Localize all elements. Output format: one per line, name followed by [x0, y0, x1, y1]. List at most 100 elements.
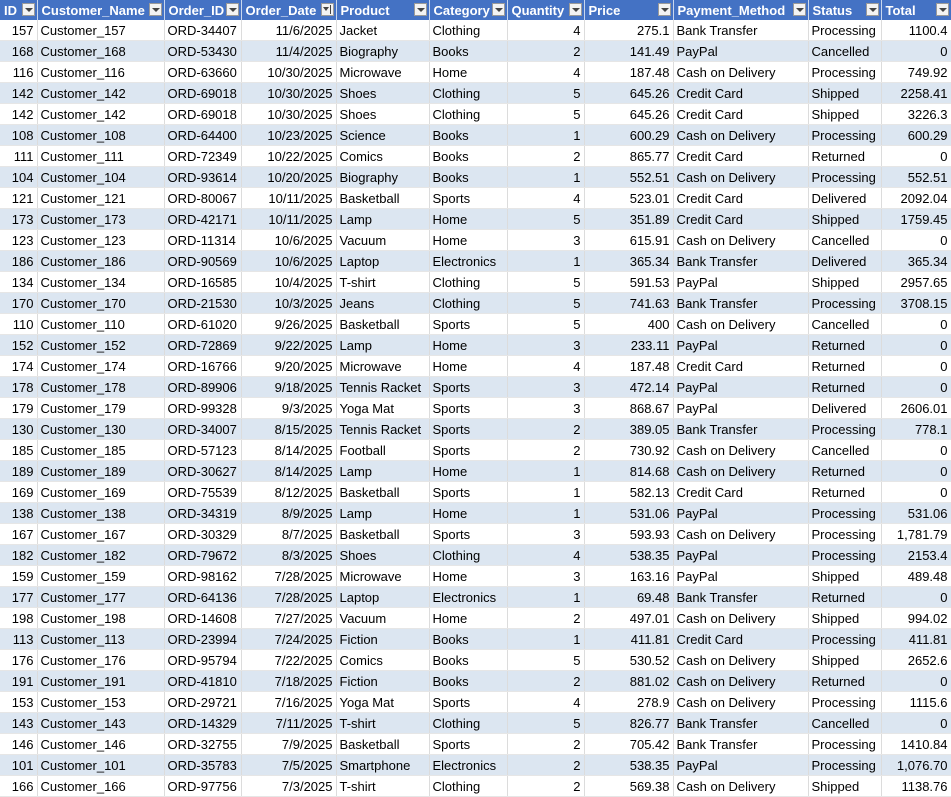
- cell-payment-method[interactable]: Cash on Delivery: [673, 670, 809, 692]
- cell-status[interactable]: Returned: [808, 481, 882, 503]
- cell-product[interactable]: Yoga Mat: [336, 397, 430, 419]
- cell-id[interactable]: 143: [0, 712, 38, 734]
- cell-order-id[interactable]: ORD-69018: [164, 82, 242, 104]
- cell-id[interactable]: 186: [0, 250, 38, 272]
- cell-status[interactable]: Returned: [808, 460, 882, 482]
- cell-order-date[interactable]: 11/6/2025: [241, 20, 337, 41]
- cell-customer-name[interactable]: Customer_142: [37, 103, 165, 125]
- cell-id[interactable]: 191: [0, 670, 38, 692]
- cell-order-date[interactable]: 7/18/2025: [241, 670, 337, 692]
- column-header-category[interactable]: Category: [429, 0, 508, 20]
- cell-category[interactable]: Sports: [429, 691, 508, 713]
- cell-category[interactable]: Clothing: [429, 82, 508, 104]
- cell-price[interactable]: 472.14: [584, 376, 674, 398]
- cell-order-date[interactable]: 8/15/2025: [241, 418, 337, 440]
- cell-price[interactable]: 400: [584, 313, 674, 335]
- cell-order-date[interactable]: 11/4/2025: [241, 40, 337, 62]
- cell-category[interactable]: Sports: [429, 376, 508, 398]
- cell-total[interactable]: 2092.04: [881, 187, 951, 209]
- cell-category[interactable]: Books: [429, 124, 508, 146]
- cell-quantity[interactable]: 4: [507, 61, 585, 83]
- cell-id[interactable]: 169: [0, 481, 38, 503]
- cell-id[interactable]: 170: [0, 292, 38, 314]
- cell-order-date[interactable]: 10/30/2025: [241, 103, 337, 125]
- cell-product[interactable]: T-shirt: [336, 712, 430, 734]
- cell-category[interactable]: Books: [429, 40, 508, 62]
- cell-price[interactable]: 141.49: [584, 40, 674, 62]
- cell-order-date[interactable]: 7/5/2025: [241, 754, 337, 776]
- cell-status[interactable]: Returned: [808, 355, 882, 377]
- cell-id[interactable]: 153: [0, 691, 38, 713]
- cell-category[interactable]: Home: [429, 607, 508, 629]
- cell-category[interactable]: Clothing: [429, 20, 508, 41]
- cell-category[interactable]: Books: [429, 166, 508, 188]
- cell-customer-name[interactable]: Customer_143: [37, 712, 165, 734]
- cell-payment-method[interactable]: Bank Transfer: [673, 20, 809, 41]
- cell-category[interactable]: Electronics: [429, 754, 508, 776]
- cell-price[interactable]: 881.02: [584, 670, 674, 692]
- cell-quantity[interactable]: 2: [507, 439, 585, 461]
- cell-payment-method[interactable]: Bank Transfer: [673, 250, 809, 272]
- cell-customer-name[interactable]: Customer_169: [37, 481, 165, 503]
- cell-customer-name[interactable]: Customer_191: [37, 670, 165, 692]
- cell-quantity[interactable]: 3: [507, 376, 585, 398]
- cell-payment-method[interactable]: PayPal: [673, 397, 809, 419]
- cell-category[interactable]: Sports: [429, 523, 508, 545]
- cell-total[interactable]: 2652.6: [881, 649, 951, 671]
- cell-order-date[interactable]: 7/28/2025: [241, 565, 337, 587]
- cell-customer-name[interactable]: Customer_186: [37, 250, 165, 272]
- cell-customer-name[interactable]: Customer_182: [37, 544, 165, 566]
- filter-dropdown-icon[interactable]: [413, 3, 427, 16]
- cell-category[interactable]: Home: [429, 460, 508, 482]
- cell-product[interactable]: Microwave: [336, 61, 430, 83]
- cell-order-id[interactable]: ORD-34007: [164, 418, 242, 440]
- cell-order-id[interactable]: ORD-14329: [164, 712, 242, 734]
- cell-order-date[interactable]: 7/22/2025: [241, 649, 337, 671]
- cell-status[interactable]: Processing: [808, 124, 882, 146]
- filter-dropdown-icon[interactable]: [657, 3, 671, 16]
- cell-total[interactable]: 0: [881, 376, 951, 398]
- cell-price[interactable]: 569.38: [584, 775, 674, 797]
- cell-price[interactable]: 389.05: [584, 418, 674, 440]
- filter-dropdown-icon[interactable]: [491, 3, 505, 16]
- cell-status[interactable]: Delivered: [808, 187, 882, 209]
- cell-order-date[interactable]: 9/26/2025: [241, 313, 337, 335]
- cell-id[interactable]: 166: [0, 775, 38, 797]
- cell-product[interactable]: Lamp: [336, 334, 430, 356]
- column-header-quantity[interactable]: Quantity: [507, 0, 585, 20]
- cell-order-date[interactable]: 8/14/2025: [241, 439, 337, 461]
- cell-category[interactable]: Clothing: [429, 544, 508, 566]
- cell-category[interactable]: Sports: [429, 187, 508, 209]
- cell-order-date[interactable]: 10/22/2025: [241, 145, 337, 167]
- cell-status[interactable]: Shipped: [808, 607, 882, 629]
- cell-payment-method[interactable]: Credit Card: [673, 103, 809, 125]
- cell-customer-name[interactable]: Customer_170: [37, 292, 165, 314]
- cell-price[interactable]: 552.51: [584, 166, 674, 188]
- cell-payment-method[interactable]: PayPal: [673, 544, 809, 566]
- cell-customer-name[interactable]: Customer_153: [37, 691, 165, 713]
- cell-price[interactable]: 187.48: [584, 61, 674, 83]
- cell-product[interactable]: Lamp: [336, 208, 430, 230]
- filter-dropdown-icon[interactable]: [21, 3, 35, 16]
- cell-category[interactable]: Sports: [429, 313, 508, 335]
- cell-quantity[interactable]: 5: [507, 649, 585, 671]
- cell-order-id[interactable]: ORD-79672: [164, 544, 242, 566]
- cell-payment-method[interactable]: PayPal: [673, 334, 809, 356]
- cell-payment-method[interactable]: PayPal: [673, 502, 809, 524]
- cell-quantity[interactable]: 1: [507, 481, 585, 503]
- cell-payment-method[interactable]: Bank Transfer: [673, 712, 809, 734]
- cell-order-date[interactable]: 7/9/2025: [241, 733, 337, 755]
- cell-id[interactable]: 189: [0, 460, 38, 482]
- cell-order-id[interactable]: ORD-34319: [164, 502, 242, 524]
- cell-status[interactable]: Processing: [808, 691, 882, 713]
- cell-product[interactable]: Fiction: [336, 670, 430, 692]
- cell-id[interactable]: 177: [0, 586, 38, 608]
- cell-id[interactable]: 182: [0, 544, 38, 566]
- cell-total[interactable]: 0: [881, 313, 951, 335]
- cell-category[interactable]: Books: [429, 628, 508, 650]
- filter-dropdown-icon[interactable]: [225, 3, 239, 16]
- cell-id[interactable]: 179: [0, 397, 38, 419]
- cell-payment-method[interactable]: Cash on Delivery: [673, 61, 809, 83]
- cell-status[interactable]: Delivered: [808, 397, 882, 419]
- cell-status[interactable]: Cancelled: [808, 40, 882, 62]
